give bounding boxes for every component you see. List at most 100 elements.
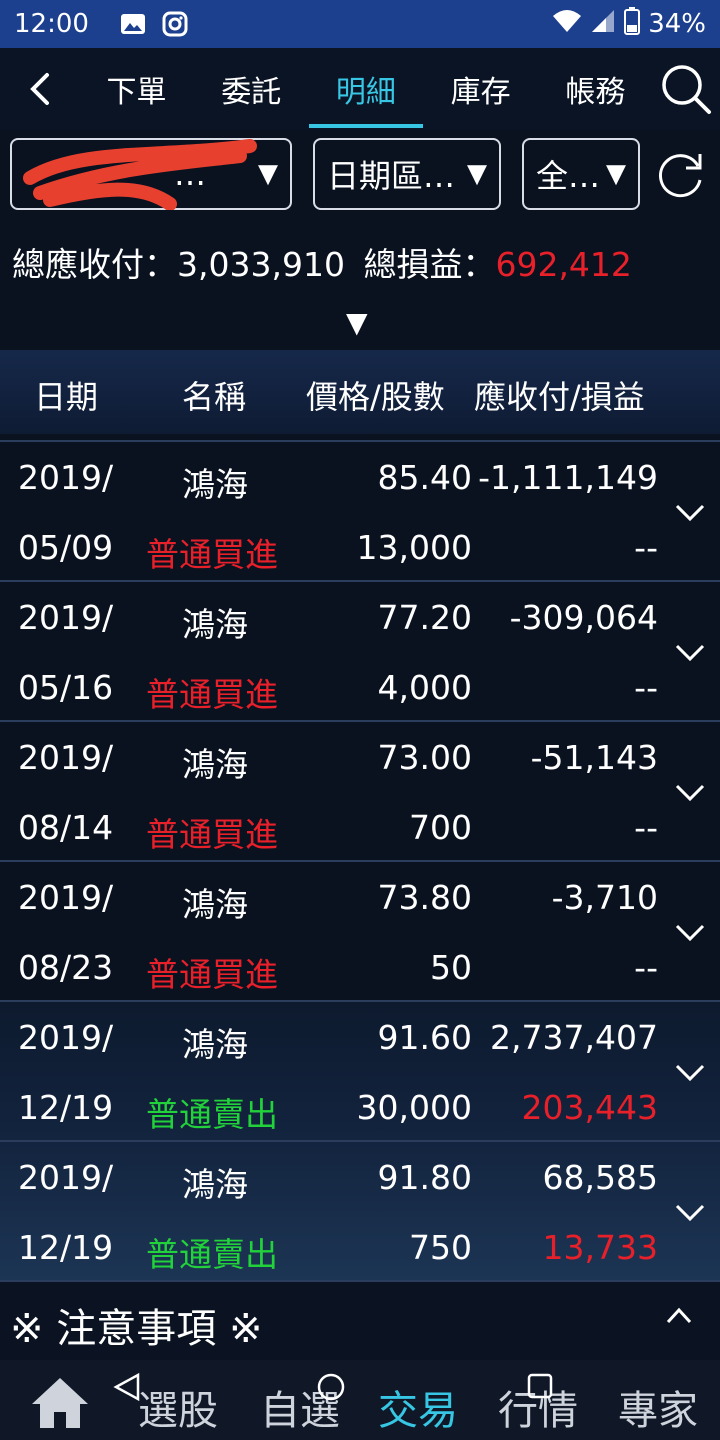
row-price: 91.60: [377, 1018, 472, 1057]
row-shares: 4,000: [377, 668, 472, 707]
chevron-down-icon[interactable]: [674, 636, 706, 668]
chevron-down-icon[interactable]: [674, 1056, 706, 1088]
bottom-nav: 選股 自選 交易 行情 專家: [0, 1360, 720, 1440]
notice-bar[interactable]: ※ 注意事項 ※: [0, 1282, 720, 1360]
table-row[interactable]: 2019/ 鴻海 73.00 -51,143 08/14 普通買進 700 --: [0, 722, 720, 862]
table-row[interactable]: 2019/ 鴻海 91.60 2,737,407 12/19 普通賣出 30,0…: [0, 1002, 720, 1142]
row-year: 2019/: [18, 878, 114, 917]
row-date: 05/09: [18, 528, 114, 567]
row-type: 普通買進: [146, 535, 278, 574]
header-name: 名稱: [182, 378, 247, 416]
header-amount-pl: 應收付/損益: [474, 378, 645, 416]
profit-value: 692,412: [495, 245, 632, 284]
row-shares: 700: [409, 808, 472, 847]
table-row[interactable]: 2019/ 鴻海 91.80 68,585 12/19 普通賣出 750 13,…: [0, 1142, 720, 1282]
redaction-scribble: [23, 139, 257, 210]
row-amount: -51,143: [530, 738, 658, 777]
scope-value: 全…: [536, 157, 601, 195]
chevron-down-icon[interactable]: [674, 496, 706, 528]
row-shares: 13,000: [356, 528, 472, 567]
row-amount: 2,737,407: [490, 1018, 658, 1057]
row-type: 普通買進: [146, 955, 278, 994]
row-year: 2019/: [18, 598, 114, 637]
table-row[interactable]: 2019/ 鴻海 77.20 -309,064 05/16 普通買進 4,000…: [0, 582, 720, 722]
back-icon: [29, 73, 49, 105]
row-date: 12/19: [18, 1228, 114, 1267]
chevron-down-icon[interactable]: [674, 1196, 706, 1228]
date-range-dropdown[interactable]: 日期區… ▼: [313, 138, 501, 210]
row-pl: --: [634, 948, 658, 987]
row-date: 08/23: [18, 948, 114, 987]
nav-trade[interactable]: 交易: [378, 1378, 458, 1436]
row-amount: -3,710: [551, 878, 658, 917]
tab-entrust[interactable]: 委託: [194, 48, 309, 130]
chevron-down-icon[interactable]: [674, 916, 706, 948]
battery-percent: 34%: [648, 9, 706, 39]
row-price: 73.80: [377, 878, 472, 917]
table-row[interactable]: 2019/ 鴻海 85.40 -1,111,149 05/09 普通買進 13,…: [0, 442, 720, 582]
expand-summary-icon[interactable]: ▼: [346, 306, 368, 339]
nav-screener[interactable]: 選股: [138, 1378, 218, 1436]
row-name: 鴻海: [182, 605, 248, 644]
row-name: 鴻海: [182, 1025, 248, 1064]
row-name: 鴻海: [182, 745, 248, 784]
tab-accounts[interactable]: 帳務: [538, 48, 653, 130]
row-pl: --: [634, 528, 658, 567]
row-pl: --: [634, 668, 658, 707]
date-range-value: 日期區…: [327, 157, 456, 195]
scope-dropdown[interactable]: 全… ▼: [522, 138, 640, 210]
chevron-up-icon[interactable]: [666, 1306, 692, 1326]
search-icon: [662, 65, 712, 114]
instagram-icon: [162, 11, 188, 37]
row-name: 鴻海: [182, 885, 248, 924]
tab-order[interactable]: 下單: [79, 48, 194, 130]
nav-expert[interactable]: 專家: [618, 1378, 698, 1436]
row-price: 85.40: [377, 458, 472, 497]
row-price: 91.80: [377, 1158, 472, 1197]
top-nav: 下單 委託 明細 庫存 帳務: [0, 48, 720, 130]
row-shares: 30,000: [356, 1088, 472, 1127]
row-year: 2019/: [18, 458, 114, 497]
row-name: 鴻海: [182, 465, 248, 504]
row-year: 2019/: [18, 1158, 114, 1197]
table-header: 日期 名稱 價格/股數 應收付/損益: [0, 350, 720, 434]
tab-inventory[interactable]: 庫存: [423, 48, 538, 130]
system-home-icon[interactable]: [316, 1372, 346, 1402]
row-price: 73.00: [377, 738, 472, 777]
row-type: 普通買進: [146, 815, 278, 854]
row-shares: 50: [430, 948, 472, 987]
signal-icon: [590, 8, 616, 41]
tab-details[interactable]: 明細: [308, 48, 424, 130]
row-type: 普通賣出: [146, 1235, 278, 1274]
row-date: 08/14: [18, 808, 114, 847]
system-recents-icon[interactable]: [526, 1372, 554, 1400]
back-button[interactable]: [0, 48, 79, 130]
row-price: 77.20: [377, 598, 472, 637]
caret-down-icon: ▼: [467, 159, 487, 189]
home-icon[interactable]: [30, 1376, 90, 1430]
battery-icon: [624, 6, 641, 42]
header-price-shares: 價格/股數: [306, 378, 445, 416]
row-shares: 750: [409, 1228, 472, 1267]
receivable-value: 3,033,910: [177, 245, 345, 284]
caret-down-icon: ▼: [258, 159, 278, 189]
profit-label: 總損益：: [363, 245, 496, 284]
system-back-icon[interactable]: [112, 1372, 142, 1402]
row-pl: 13,733: [542, 1228, 658, 1267]
transaction-list: 2019/ 鴻海 85.40 -1,111,149 05/09 普通買進 13,…: [0, 442, 720, 1282]
table-row[interactable]: 2019/ 鴻海 73.80 -3,710 08/23 普通買進 50 --: [0, 862, 720, 1002]
chevron-down-icon[interactable]: [674, 776, 706, 808]
receivable-label: 總應收付：: [12, 245, 177, 284]
row-amount: 68,585: [542, 1158, 658, 1197]
search-button[interactable]: [653, 48, 720, 130]
notice-label: ※ 注意事項 ※: [10, 1306, 263, 1352]
row-pl: 203,443: [521, 1088, 658, 1127]
summary-line: 總應收付：3,033,910 總損益：692,412: [12, 238, 632, 286]
row-year: 2019/: [18, 738, 114, 777]
refresh-icon[interactable]: [650, 144, 710, 204]
caret-down-icon: ▼: [606, 159, 626, 189]
row-amount: -309,064: [509, 598, 658, 637]
row-pl: --: [634, 808, 658, 847]
row-name: 鴻海: [182, 1165, 248, 1204]
status-time: 12:00: [14, 9, 89, 39]
